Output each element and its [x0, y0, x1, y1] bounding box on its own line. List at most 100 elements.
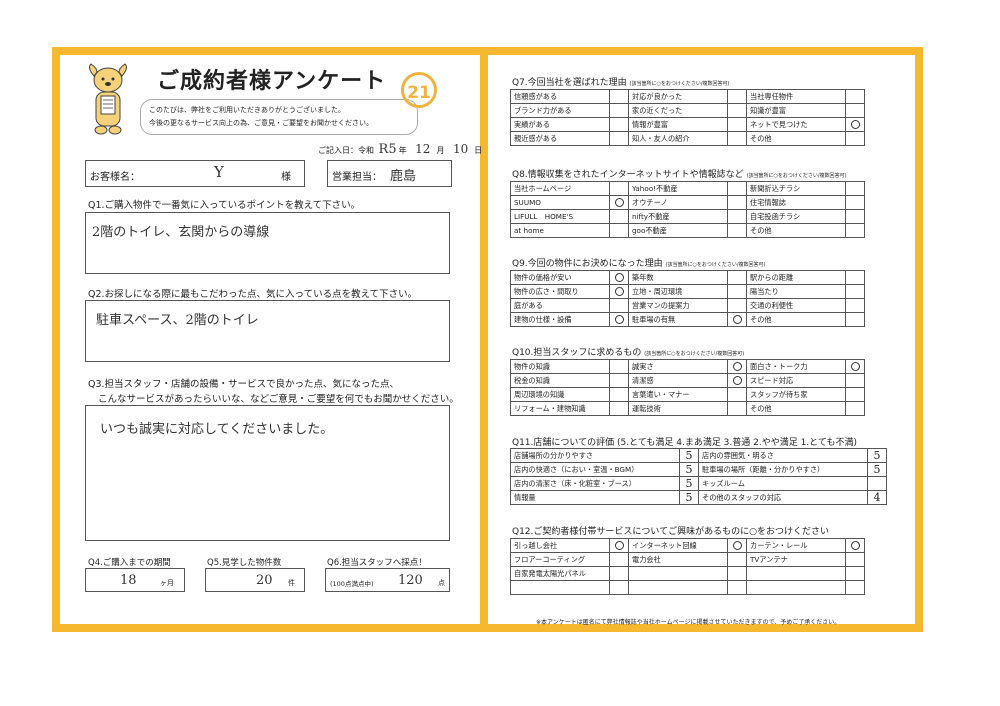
q10-option-mark[interactable]	[609, 387, 629, 402]
q12-option-label: インターネット回線	[628, 538, 728, 553]
q10-option-mark[interactable]	[727, 387, 747, 402]
q6-label: Q6.担当スタッフへ採点！	[327, 558, 427, 568]
q3-answer-box[interactable]: いつも誠実に対応してくださいました。	[85, 405, 450, 541]
q12-option-label	[510, 580, 610, 595]
q9-option-mark[interactable]	[845, 284, 865, 299]
q7-option-mark[interactable]	[845, 117, 865, 132]
q9-option-mark[interactable]	[609, 312, 629, 327]
q4-field[interactable]: 18 ヶ月	[85, 568, 185, 592]
q9-option-mark[interactable]	[727, 298, 747, 313]
q10-option-mark[interactable]	[727, 359, 747, 374]
q7-row: 実績がある 情報が豊富 ネットで見つけた	[510, 117, 865, 132]
customer-name-suffix: 様	[281, 172, 291, 183]
date-month-unit: 月	[436, 146, 445, 155]
q12-row: フロアーコーティング 電力会社 TVアンテナ	[510, 552, 865, 567]
q11-option-mark[interactable]	[867, 476, 887, 491]
q12-option-mark[interactable]	[727, 566, 747, 581]
q12-heading: Q12.ご契約者様付帯サービスについてご興味があるものに○をおつけください	[512, 524, 829, 537]
q12-option-mark[interactable]	[609, 538, 629, 553]
q9-option-mark[interactable]	[845, 312, 865, 327]
q12-option-mark[interactable]	[845, 580, 865, 595]
q9-option-mark[interactable]	[845, 270, 865, 285]
q11-option-mark[interactable]: 5	[679, 462, 699, 477]
q9-option-mark[interactable]	[609, 284, 629, 299]
q8-option-mark[interactable]	[845, 209, 865, 224]
q10-option-mark[interactable]	[845, 387, 865, 402]
q9-option-mark[interactable]	[609, 270, 629, 285]
q12-option-mark[interactable]	[609, 566, 629, 581]
q11-option-mark[interactable]: 5	[679, 448, 699, 463]
q1-answer-box[interactable]: 2階のトイレ、玄関からの導線	[85, 212, 450, 274]
q8-option-mark[interactable]	[609, 181, 629, 196]
q7-option-mark[interactable]	[727, 117, 747, 132]
q7-option-mark[interactable]	[845, 103, 865, 118]
q10-option-mark[interactable]	[845, 401, 865, 416]
q12-option-mark[interactable]	[845, 538, 865, 553]
q10-option-mark[interactable]	[845, 373, 865, 388]
q9-option-mark[interactable]	[727, 270, 747, 285]
q10-option-mark[interactable]	[609, 401, 629, 416]
q10-option-label: 周辺環境の知識	[510, 387, 610, 402]
q7-option-mark[interactable]	[609, 103, 629, 118]
q7-option-mark[interactable]	[609, 131, 629, 146]
q7-option-mark[interactable]	[727, 103, 747, 118]
q12-option-mark[interactable]	[845, 552, 865, 567]
q9-option-mark[interactable]	[727, 312, 747, 327]
q9-option-mark[interactable]	[845, 298, 865, 313]
q11-option-mark[interactable]: 5	[867, 448, 887, 463]
customer-name-field[interactable]: お客様名： Y 様	[85, 160, 305, 187]
q7-option-mark[interactable]	[727, 131, 747, 146]
q8-option-mark[interactable]	[845, 223, 865, 238]
q8-option-mark[interactable]	[609, 209, 629, 224]
q8-option-mark[interactable]	[845, 181, 865, 196]
q7-option-mark[interactable]	[609, 89, 629, 104]
q2-answer: 駐車スペース、2階のトイレ	[96, 313, 259, 328]
q12-table: 引っ越し会社 インターネット回線 カーテン・レール フロアーコーティング 電力会社 TVア…	[510, 538, 865, 595]
q12-option-mark[interactable]	[727, 580, 747, 595]
q9-option-label: 築年数	[628, 270, 728, 285]
q8-option-mark[interactable]	[609, 195, 629, 210]
q10-heading: Q10.担当スタッフに求めるもの (該当箇所に○をおつけください/複数回答可)	[512, 345, 744, 358]
q6-field[interactable]: (100点満点中) 120 点	[325, 568, 450, 592]
q8-table-body: 当社ホームページ Yahoo!不動産 新聞折込チラシ SUUMO オウチーノ 住宅情報誌 L…	[510, 181, 865, 238]
q12-option-mark[interactable]	[609, 552, 629, 567]
q7-option-mark[interactable]	[845, 131, 865, 146]
dog-mascot-icon	[89, 63, 127, 135]
q8-option-mark[interactable]	[727, 209, 747, 224]
q8-option-mark[interactable]	[727, 181, 747, 196]
q12-option-mark[interactable]	[609, 580, 629, 595]
q7-option-mark[interactable]	[727, 89, 747, 104]
q7-option-mark[interactable]	[845, 89, 865, 104]
q12-option-mark[interactable]	[727, 538, 747, 553]
q2-answer-box[interactable]: 駐車スペース、2階のトイレ	[85, 300, 450, 362]
q9-option-mark[interactable]	[609, 298, 629, 313]
q8-option-mark[interactable]	[727, 195, 747, 210]
q12-option-mark[interactable]	[845, 566, 865, 581]
q7-option-label: 知人・友人の紹介	[628, 131, 728, 146]
q10-option-mark[interactable]	[727, 373, 747, 388]
q7-row: ブランド力がある 家の近くだった 知識が豊富	[510, 103, 865, 118]
q10-option-mark[interactable]	[727, 401, 747, 416]
q8-option-mark[interactable]	[727, 223, 747, 238]
q10-option-mark[interactable]	[609, 373, 629, 388]
q12-option-mark[interactable]	[727, 552, 747, 567]
sales-staff-field[interactable]: 営業担当： 鹿島	[327, 160, 452, 187]
q11-option-label: キッズルーム	[698, 476, 868, 491]
q11-row: 店舗場所の分かりやすさ 5 店内の雰囲気・明るさ 5	[510, 448, 887, 463]
q7-row: 信頼感がある 対応が良かった 当社専任物件	[510, 89, 865, 104]
q10-option-mark[interactable]	[845, 359, 865, 374]
q9-option-mark[interactable]	[727, 284, 747, 299]
q11-option-mark[interactable]: 5	[679, 476, 699, 491]
q10-option-mark[interactable]	[609, 359, 629, 374]
q8-option-mark[interactable]	[845, 195, 865, 210]
q5-field[interactable]: 20 件	[205, 568, 305, 592]
q11-option-mark[interactable]: 5	[867, 462, 887, 477]
q11-option-mark[interactable]: 4	[867, 490, 887, 505]
q10-option-label: その他	[746, 401, 846, 416]
q12-row: 引っ越し会社 インターネット回線 カーテン・レール	[510, 538, 865, 553]
q11-option-mark[interactable]: 5	[679, 490, 699, 505]
q10-option-label: スタッフが待ち家	[746, 387, 846, 402]
q7-option-mark[interactable]	[609, 117, 629, 132]
q8-option-label: at home	[510, 223, 610, 238]
q8-option-mark[interactable]	[609, 223, 629, 238]
